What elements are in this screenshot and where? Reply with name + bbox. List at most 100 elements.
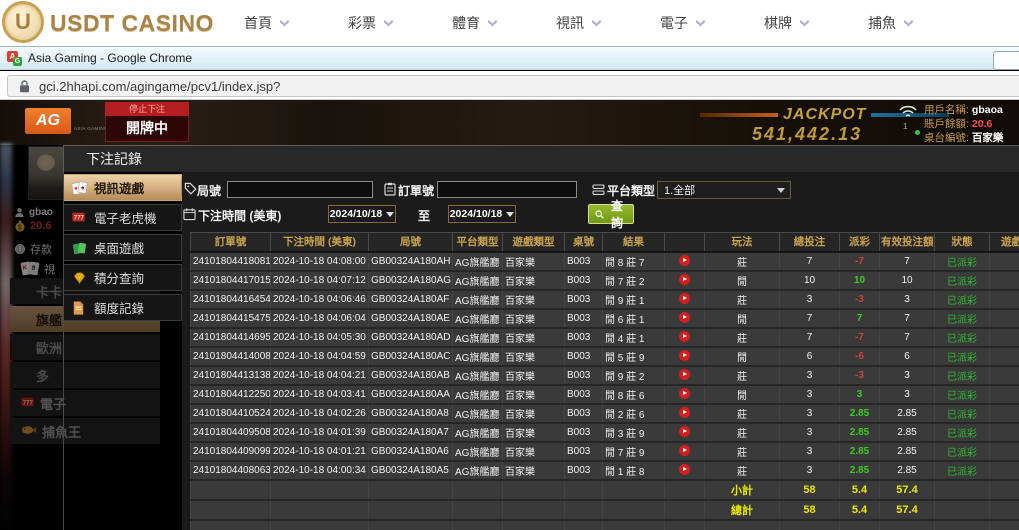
nav-item-5[interactable]: 棋牌: [734, 13, 838, 33]
cell-status: 已派彩: [935, 423, 990, 442]
nav-item-label: 首頁: [244, 13, 272, 33]
platform-type-select[interactable]: 1.全部: [657, 181, 791, 199]
cell-result: 閒 4 莊 1: [603, 328, 665, 347]
cell-game: 百家樂: [503, 366, 565, 385]
cell-status: 已派彩: [935, 252, 990, 271]
records-tab-3[interactable]: 積分查詢: [64, 264, 182, 291]
cell-game: 百家樂: [503, 328, 565, 347]
nav-item-6[interactable]: 捕魚: [838, 13, 942, 33]
nav-item-2[interactable]: 體育: [422, 13, 526, 33]
play-icon[interactable]: [679, 445, 690, 456]
cell-empty: [191, 500, 271, 520]
cell-payout: -7: [840, 252, 880, 271]
records-tab-label: 積分查詢: [94, 268, 144, 287]
ag-logo-text: AG: [36, 112, 60, 130]
bet-time-label: 下注時間 (美東): [198, 207, 281, 224]
nav-item-0[interactable]: 首頁: [214, 13, 318, 33]
play-icon[interactable]: [679, 331, 690, 342]
cell-game_result: -: [990, 271, 1019, 290]
cell-bet: 莊: [705, 290, 780, 309]
balance-label: 賬戶餘額:: [924, 117, 969, 131]
play-icon[interactable]: [679, 369, 690, 380]
user-info: 用戶名稱:gbaoa 賬戶餘額:20.6 桌台編號:百家樂: [924, 103, 1019, 145]
user-name-value: gbaoa: [972, 103, 1003, 117]
cell-empty: [565, 480, 603, 500]
play-icon[interactable]: [679, 426, 690, 437]
cell-replay: [665, 290, 705, 309]
cell-table: B003: [565, 404, 603, 423]
table-row: 2410180440909982024-10-18 04:01:21GB0032…: [191, 442, 1019, 461]
url-field[interactable]: gci.2hhapi.com/agingame/pcv1/index.jsp?: [7, 75, 1019, 97]
play-icon[interactable]: [679, 255, 690, 266]
nav-item-4[interactable]: 電子: [630, 13, 734, 33]
col-header-9: 總投注: [780, 233, 840, 252]
cell-total-label: 總計: [705, 500, 780, 520]
search-button[interactable]: 查詢: [588, 204, 634, 224]
play-icon[interactable]: [679, 388, 690, 399]
cell-replay: [665, 271, 705, 290]
records-tab-4[interactable]: 額度記錄: [64, 294, 182, 321]
play-icon[interactable]: [679, 274, 690, 285]
records-tab-1[interactable]: 777電子老虎機: [64, 204, 182, 231]
cell-total: 3: [780, 461, 840, 480]
cell-bet: 莊: [705, 442, 780, 461]
cell-total-label: 小計: [705, 480, 780, 500]
cell-game_result: -: [990, 366, 1019, 385]
table-number-value: 百家樂: [972, 131, 1004, 145]
cell-empty: [665, 480, 705, 500]
cell-empty: [369, 480, 453, 500]
records-tab-2[interactable]: 桌面遊戲: [64, 234, 182, 261]
cell-order: 241018044146950: [191, 328, 271, 347]
cell-status: 已派彩: [935, 385, 990, 404]
cell-game_result: -: [990, 328, 1019, 347]
cell-table: B003: [565, 385, 603, 404]
cell-empty: [665, 500, 705, 520]
cell-empty: [990, 480, 1019, 500]
table-row: 2410180441400872024-10-18 04:04:59GB0032…: [191, 347, 1019, 366]
cell-replay: [665, 309, 705, 328]
balance-value: 20.6: [972, 117, 992, 131]
modal-body: ♥♠視訊遊戲777電子老虎機桌面遊戲積分查詢額度記錄 局號 訂單號 平台類型: [63, 172, 1019, 530]
date-from-value: 2024/10/18: [330, 208, 383, 220]
cell-game_result: -: [990, 461, 1019, 480]
cell-status: 已派彩: [935, 404, 990, 423]
play-icon[interactable]: [679, 293, 690, 304]
nav-item-3[interactable]: 視訊: [526, 13, 630, 33]
cell-round: GB00324A180A6: [369, 442, 453, 461]
date-from-picker[interactable]: 2024/10/18: [328, 205, 396, 223]
cell-order: 241018044180811: [191, 252, 271, 271]
cell-game: 百家樂: [503, 271, 565, 290]
cell-result: 閒 9 莊 1: [603, 290, 665, 309]
play-icon[interactable]: [679, 312, 690, 323]
cell-empty: [503, 520, 565, 530]
cell-game: 百家樂: [503, 252, 565, 271]
cell-replay: [665, 385, 705, 404]
date-to-picker[interactable]: 2024/10/18: [448, 205, 516, 223]
col-header-13: 遊戲檢視: [990, 233, 1019, 252]
play-icon[interactable]: [679, 464, 690, 475]
play-icon[interactable]: [679, 407, 690, 418]
records-tab-label: 額度記錄: [94, 298, 144, 317]
cell-time: 2024-10-18 04:06:46: [271, 290, 369, 309]
cell-empty: [271, 520, 369, 530]
modal-title: 下注記錄: [63, 145, 1019, 172]
window-control-button[interactable]: [993, 51, 1019, 70]
records-tab-0[interactable]: ♥♠視訊遊戲: [64, 174, 182, 201]
cell-order: 241018044080634: [191, 461, 271, 480]
nav-item-1[interactable]: 彩票: [318, 13, 422, 33]
order-number-input[interactable]: [437, 181, 577, 198]
cell-platform: AG旗艦廳: [453, 347, 503, 366]
cell-total-value: 58: [780, 500, 840, 520]
round-number-input[interactable]: [227, 181, 373, 198]
cell-valid: 2.85: [880, 423, 935, 442]
online-dot-icon: [915, 130, 920, 135]
cell-platform: AG旗艦廳: [453, 328, 503, 347]
cell-time: 2024-10-18 04:07:12: [271, 271, 369, 290]
col-header-11: 有效投注額: [880, 233, 935, 252]
play-icon[interactable]: [679, 350, 690, 361]
records-sidebar: ♥♠視訊遊戲 777電子老虎機桌面遊戲積分查詢額度記錄: [63, 172, 182, 530]
cell-bet: 閒: [705, 385, 780, 404]
bet-records-table: 訂單號下注時間 (美東)局號平台類型遊戲類型桌號結果玩法總投注派彩有效投注額狀態…: [190, 232, 1019, 530]
cell-order: 241018044154754: [191, 309, 271, 328]
col-header-8: 玩法: [705, 233, 780, 252]
